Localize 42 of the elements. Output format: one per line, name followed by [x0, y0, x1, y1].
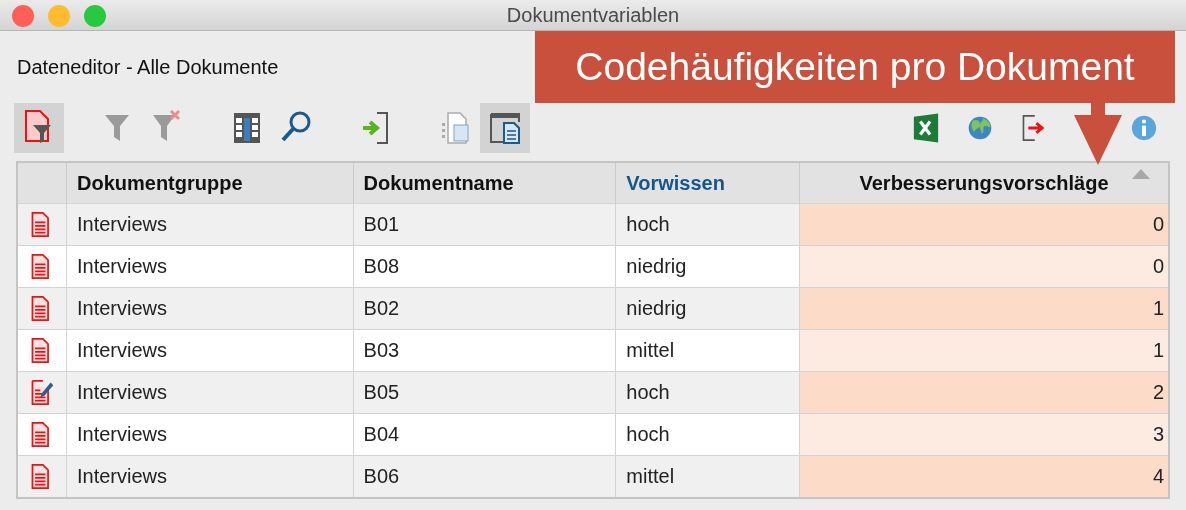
table-cell: 0 — [799, 203, 1169, 246]
column-header[interactable]: Verbesserungsvorschläge — [799, 162, 1169, 204]
window-document-button[interactable] — [480, 103, 530, 153]
document-filter-button[interactable] — [14, 103, 64, 153]
callout-arrow — [1074, 103, 1122, 165]
table-cell: hoch — [615, 203, 800, 246]
table-cell: B08 — [353, 245, 616, 288]
zoom-button[interactable] — [84, 5, 106, 27]
column-header[interactable]: Vorwissen — [615, 162, 800, 204]
table-cell: niedrig — [615, 245, 800, 288]
table-cell: Interviews — [66, 413, 354, 456]
table-cell: B05 — [353, 371, 616, 414]
table-cell: hoch — [615, 413, 800, 456]
table-cell: 4 — [799, 455, 1169, 498]
table-cell: niedrig — [615, 287, 800, 330]
table-cell: B04 — [353, 413, 616, 456]
table-cell: mittel — [615, 329, 800, 372]
table-cell: hoch — [615, 371, 800, 414]
table-cell: 2 — [799, 371, 1169, 414]
close-button[interactable] — [12, 5, 34, 27]
table-cell: Interviews — [66, 203, 354, 246]
table-cell: Interviews — [66, 371, 354, 414]
editor-subtitle: Dateneditor - Alle Dokumente — [17, 56, 279, 79]
table-cell: Interviews — [66, 455, 354, 498]
table-cell: B06 — [353, 455, 616, 498]
table-cell: Interviews — [66, 287, 354, 330]
table-cell: 3 — [799, 413, 1169, 456]
column-header[interactable]: Dokumentname — [353, 162, 616, 204]
table-cell: B01 — [353, 203, 616, 246]
table-cell: mittel — [615, 455, 800, 498]
table-cell: B02 — [353, 287, 616, 330]
table-cell: 0 — [799, 245, 1169, 288]
sort-ascending-icon — [1132, 169, 1150, 179]
table-cell: B03 — [353, 329, 616, 372]
table-cell: 1 — [799, 329, 1169, 372]
table-cell: 1 — [799, 287, 1169, 330]
table-cell: Interviews — [66, 329, 354, 372]
document-memo-icon — [29, 377, 55, 408]
column-header[interactable]: Dokumentgruppe — [66, 162, 354, 204]
window-title: Dokumentvariablen — [506, 3, 680, 27]
table-cell: Interviews — [66, 245, 354, 288]
callout-label: Codehäufigkeiten pro Dokument — [535, 31, 1175, 103]
